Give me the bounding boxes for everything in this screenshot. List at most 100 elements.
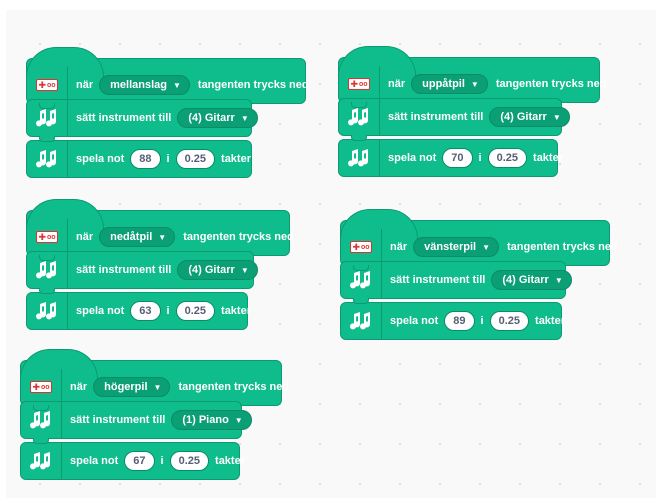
note-input[interactable]: 70 bbox=[442, 148, 473, 168]
play-note-label: spela not bbox=[388, 152, 437, 164]
ev3-brick-icon: ✚ oo bbox=[27, 67, 68, 103]
ev3-brick-icon: ✚ oo bbox=[21, 369, 62, 405]
music-notes-icon bbox=[21, 402, 62, 438]
note-input[interactable]: 67 bbox=[124, 451, 155, 471]
caret-down-icon: ▼ bbox=[482, 242, 491, 252]
key-dropdown[interactable]: nedåtpil ▼ bbox=[99, 227, 176, 247]
in-label: i bbox=[166, 153, 170, 165]
beats-label: takter bbox=[221, 153, 251, 165]
play-note-label: spela not bbox=[76, 153, 125, 165]
beats-input[interactable]: 0.25 bbox=[175, 149, 216, 169]
key-value: högerpil bbox=[104, 381, 148, 393]
beats-input[interactable]: 0.25 bbox=[489, 311, 530, 331]
caret-down-icon: ▼ bbox=[153, 382, 162, 392]
in-label: i bbox=[166, 305, 170, 317]
music-notes-icon bbox=[27, 252, 68, 288]
play-note-label: spela not bbox=[70, 455, 119, 467]
set-instrument-block[interactable]: sätt instrument till (4) Gitarr ▼ bbox=[26, 251, 258, 294]
ev3-brick-icon: ✚ oo bbox=[341, 229, 382, 265]
instrument-value: (4) Gitarr bbox=[188, 112, 235, 124]
music-notes-icon bbox=[21, 443, 62, 479]
note-input[interactable]: 63 bbox=[130, 301, 161, 321]
play-note-block[interactable]: spela not 67 i 0.25 takter bbox=[20, 442, 245, 480]
key-value: nedåtpil bbox=[110, 231, 153, 243]
in-label: i bbox=[160, 455, 164, 467]
beats-input[interactable]: 0.25 bbox=[169, 451, 210, 471]
instrument-value: (4) Gitarr bbox=[500, 111, 547, 123]
when-label: när bbox=[76, 231, 94, 243]
pressed-label: tangenten trycks ned bbox=[183, 231, 294, 243]
when-key-pressed-block[interactable]: ✚ oo när högerpil ▼ tangenten trycks ned bbox=[20, 349, 289, 411]
when-key-pressed-block[interactable]: ✚ oo när vänsterpil ▼ tangenten trycks ne… bbox=[340, 209, 618, 271]
play-note-block[interactable]: spela not 89 i 0.25 takter bbox=[340, 302, 565, 340]
play-note-block[interactable]: spela not 88 i 0.25 takter bbox=[26, 140, 252, 178]
music-notes-icon bbox=[339, 99, 380, 135]
key-dropdown[interactable]: högerpil ▼ bbox=[93, 377, 171, 397]
instrument-dropdown[interactable]: (4) Gitarr ▼ bbox=[177, 260, 258, 280]
caret-down-icon: ▼ bbox=[172, 80, 181, 90]
ev3-brick-icon: ✚ oo bbox=[339, 66, 380, 102]
when-label: när bbox=[76, 79, 94, 91]
instrument-dropdown[interactable]: (4) Gitarr ▼ bbox=[489, 107, 570, 127]
caret-down-icon: ▼ bbox=[158, 232, 167, 242]
pressed-label: tangenten trycks ned bbox=[178, 381, 290, 393]
pressed-label: tangenten trycks ned bbox=[197, 79, 309, 91]
instrument-dropdown[interactable]: (1) Piano ▼ bbox=[171, 410, 252, 430]
when-label: när bbox=[70, 381, 88, 393]
note-input[interactable]: 89 bbox=[444, 311, 475, 331]
play-note-block[interactable]: spela not 63 i 0.25 takter bbox=[26, 292, 251, 330]
when-label: när bbox=[390, 241, 408, 253]
play-note-label: spela not bbox=[76, 305, 125, 317]
set-instrument-block[interactable]: sätt instrument till (1) Piano ▼ bbox=[20, 401, 252, 444]
ev3-brick-icon: ✚ oo bbox=[27, 219, 68, 255]
beats-label: takter bbox=[221, 305, 251, 317]
set-instrument-label: sätt instrument till bbox=[76, 112, 172, 124]
set-instrument-label: sätt instrument till bbox=[388, 111, 484, 123]
caret-down-icon: ▼ bbox=[234, 415, 243, 425]
caret-down-icon: ▼ bbox=[240, 113, 249, 123]
set-instrument-label: sätt instrument till bbox=[390, 274, 486, 286]
when-key-pressed-block[interactable]: ✚ oo när uppåtpil ▼ tangenten trycks ned bbox=[338, 46, 606, 108]
set-instrument-block[interactable]: sätt instrument till (4) Gitarr ▼ bbox=[340, 261, 572, 304]
music-notes-icon bbox=[341, 262, 382, 298]
in-label: i bbox=[480, 315, 484, 327]
note-input[interactable]: 88 bbox=[130, 149, 161, 169]
caret-down-icon: ▼ bbox=[554, 275, 563, 285]
beats-label: takter bbox=[215, 455, 245, 467]
when-key-pressed-block[interactable]: ✚ oo när nedåtpil ▼ tangenten trycks ned bbox=[26, 199, 294, 261]
pressed-label: tangenten trycks ned bbox=[507, 241, 618, 253]
code-workspace[interactable]: ✚ oo när mellanslag ▼ tangenten trycks ne… bbox=[6, 10, 656, 498]
when-key-pressed-block[interactable]: ✚ oo när mellanslag ▼ tangenten trycks ne… bbox=[26, 47, 309, 109]
instrument-dropdown[interactable]: (4) Gitarr ▼ bbox=[491, 270, 572, 290]
music-notes-icon bbox=[339, 140, 380, 176]
set-instrument-label: sätt instrument till bbox=[76, 264, 172, 276]
music-notes-icon bbox=[27, 141, 68, 177]
beats-label: takter bbox=[535, 315, 565, 327]
key-dropdown[interactable]: vänsterpil ▼ bbox=[413, 237, 500, 257]
set-instrument-block[interactable]: sätt instrument till (4) Gitarr ▼ bbox=[26, 99, 258, 142]
play-note-block[interactable]: spela not 70 i 0.25 takter bbox=[338, 139, 563, 177]
instrument-value: (4) Gitarr bbox=[502, 274, 549, 286]
key-dropdown[interactable]: mellanslag ▼ bbox=[99, 75, 190, 95]
in-label: i bbox=[478, 152, 482, 164]
key-value: vänsterpil bbox=[424, 241, 477, 253]
key-dropdown[interactable]: uppåtpil ▼ bbox=[411, 74, 488, 94]
beats-input[interactable]: 0.25 bbox=[487, 148, 528, 168]
play-note-label: spela not bbox=[390, 315, 439, 327]
set-instrument-block[interactable]: sätt instrument till (4) Gitarr ▼ bbox=[338, 98, 570, 141]
set-instrument-label: sätt instrument till bbox=[70, 414, 166, 426]
instrument-value: (1) Piano bbox=[182, 414, 229, 426]
key-value: uppåtpil bbox=[422, 78, 465, 90]
caret-down-icon: ▼ bbox=[470, 79, 479, 89]
instrument-value: (4) Gitarr bbox=[188, 264, 235, 276]
when-label: när bbox=[388, 78, 406, 90]
instrument-dropdown[interactable]: (4) Gitarr ▼ bbox=[177, 108, 258, 128]
beats-input[interactable]: 0.25 bbox=[175, 301, 216, 321]
music-notes-icon bbox=[27, 100, 68, 136]
key-value: mellanslag bbox=[110, 79, 167, 91]
music-notes-icon bbox=[341, 303, 382, 339]
caret-down-icon: ▼ bbox=[240, 265, 249, 275]
beats-label: takter bbox=[533, 152, 563, 164]
caret-down-icon: ▼ bbox=[552, 112, 561, 122]
music-notes-icon bbox=[27, 293, 68, 329]
